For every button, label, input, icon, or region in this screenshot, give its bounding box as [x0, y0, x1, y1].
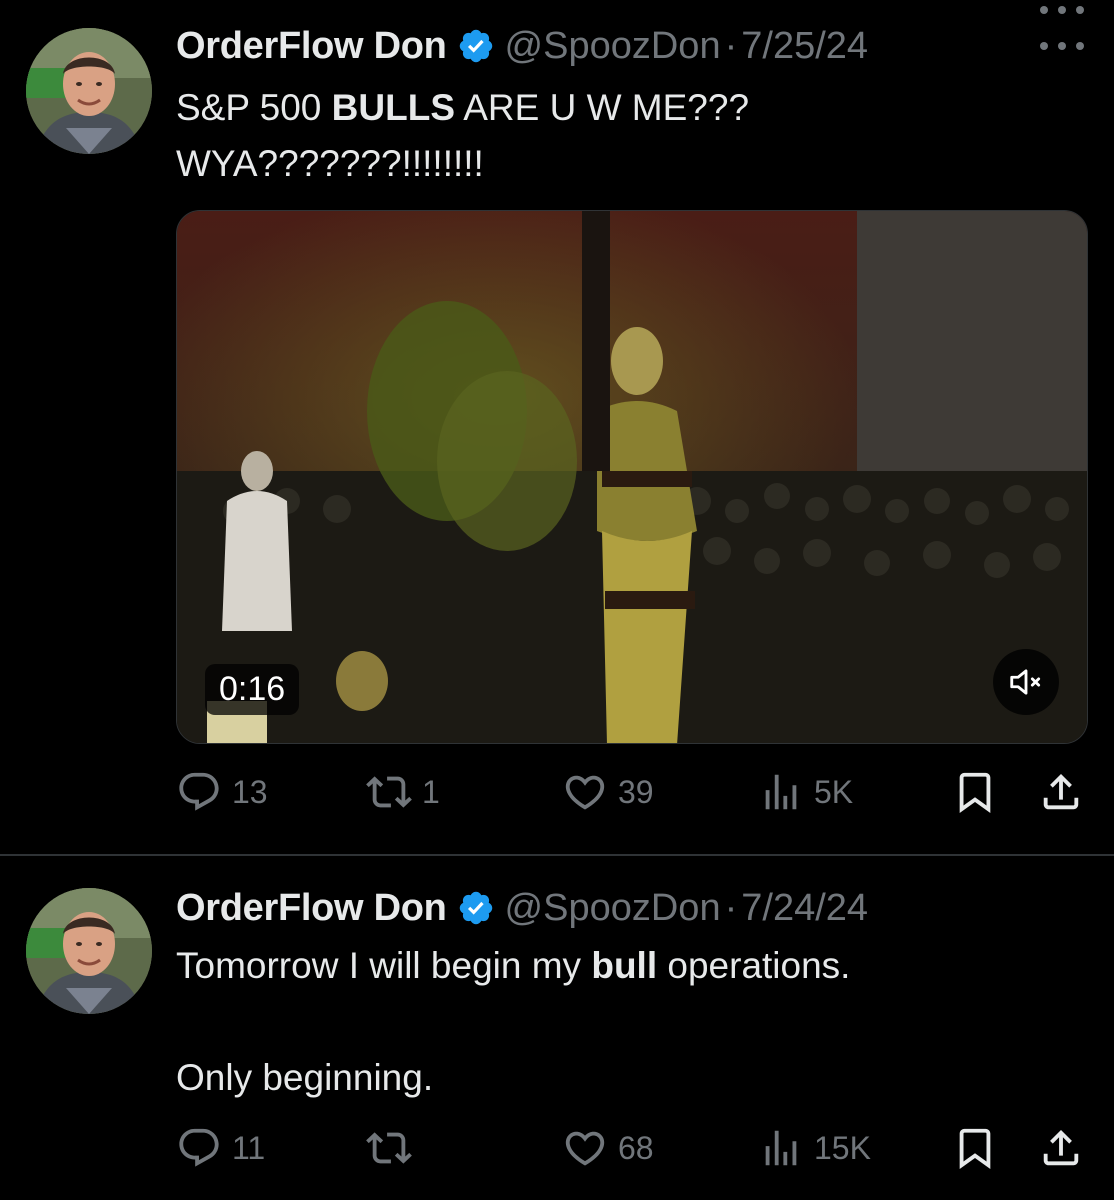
retweet-icon	[366, 1132, 412, 1164]
author-avatar[interactable]	[26, 888, 152, 1014]
more-options-icon[interactable]	[1040, 0, 1084, 20]
text-segment: S&P 500	[176, 87, 332, 128]
bookmark-button[interactable]	[952, 762, 998, 822]
tweet-header: OrderFlow Don @SpoozDon · 7/24/24	[176, 884, 868, 932]
video-player[interactable]: 0:16	[176, 210, 1088, 744]
verified-badge-icon	[459, 29, 492, 63]
tweet-actions: 11 68 15K	[176, 1118, 1086, 1178]
tweet-actions: 13 1 39 5K	[176, 762, 1086, 822]
volume-muted-icon[interactable]	[993, 649, 1059, 715]
separator-dot: ·	[724, 24, 738, 67]
tweet[interactable]: OrderFlow Don @SpoozDon · 7/25/24 S&P 50…	[0, 0, 1114, 855]
author-avatar[interactable]	[26, 28, 152, 154]
share-icon	[1043, 773, 1079, 810]
retweet-button[interactable]: 1	[366, 762, 440, 822]
more-options-icon[interactable]	[1040, 36, 1084, 56]
text-segment: WYA???????!!!!!!!!	[176, 143, 484, 184]
tweet[interactable]: OrderFlow Don @SpoozDon · 7/24/24 Tomorr…	[0, 856, 1114, 1200]
like-count: 39	[618, 773, 654, 810]
like-count: 68	[618, 1129, 654, 1166]
author-name[interactable]: OrderFlow Don	[176, 25, 447, 68]
views-icon	[765, 774, 797, 810]
tweet-date[interactable]: 7/24/24	[741, 887, 868, 930]
reply-button[interactable]: 11	[176, 1118, 265, 1178]
reply-icon	[179, 772, 219, 811]
author-name[interactable]: OrderFlow Don	[176, 887, 447, 930]
like-icon	[565, 775, 605, 810]
bookmark-icon	[959, 1128, 991, 1169]
views-count: 15K	[814, 1129, 871, 1166]
tweet-text: S&P 500 BULLS ARE U W ME??? WYA???????!!…	[176, 80, 1076, 192]
reply-count: 13	[232, 773, 268, 810]
share-button[interactable]	[1038, 762, 1084, 822]
share-button[interactable]	[1038, 1118, 1084, 1178]
text-segment: ARE U W ME???	[455, 87, 750, 128]
tweet-date[interactable]: 7/25/24	[741, 25, 868, 68]
views-button[interactable]: 15K	[758, 1118, 871, 1178]
text-segment: operations.	[657, 945, 851, 986]
tweet-header: OrderFlow Don @SpoozDon · 7/25/24	[176, 22, 868, 70]
like-button[interactable]: 39	[562, 762, 654, 822]
reply-button[interactable]: 13	[176, 762, 268, 822]
author-handle[interactable]: @SpoozDon	[505, 25, 721, 68]
reply-count: 11	[232, 1129, 266, 1166]
retweet-count: 1	[422, 773, 440, 810]
bookmark-icon	[959, 772, 991, 813]
separator-dot: ·	[724, 886, 738, 929]
views-icon	[765, 1130, 797, 1166]
share-icon	[1043, 1129, 1079, 1166]
like-icon	[565, 1131, 605, 1166]
reply-icon	[179, 1128, 219, 1167]
text-bold: bull	[591, 945, 658, 986]
tweet-text: Tomorrow I will begin my bull operations…	[176, 938, 1076, 1106]
views-count: 5K	[814, 773, 854, 810]
like-button[interactable]: 68	[562, 1118, 654, 1178]
video-frame	[177, 211, 1087, 743]
video-duration: 0:16	[205, 664, 300, 715]
retweet-icon	[366, 776, 412, 808]
retweet-button[interactable]	[366, 1118, 422, 1178]
author-handle[interactable]: @SpoozDon	[505, 887, 721, 930]
text-segment: Only beginning.	[176, 1057, 434, 1098]
text-bold: BULLS	[331, 87, 455, 128]
verified-badge-icon	[459, 891, 492, 925]
bookmark-button[interactable]	[952, 1118, 998, 1178]
text-segment: Tomorrow I will begin my	[176, 945, 592, 986]
views-button[interactable]: 5K	[758, 762, 853, 822]
